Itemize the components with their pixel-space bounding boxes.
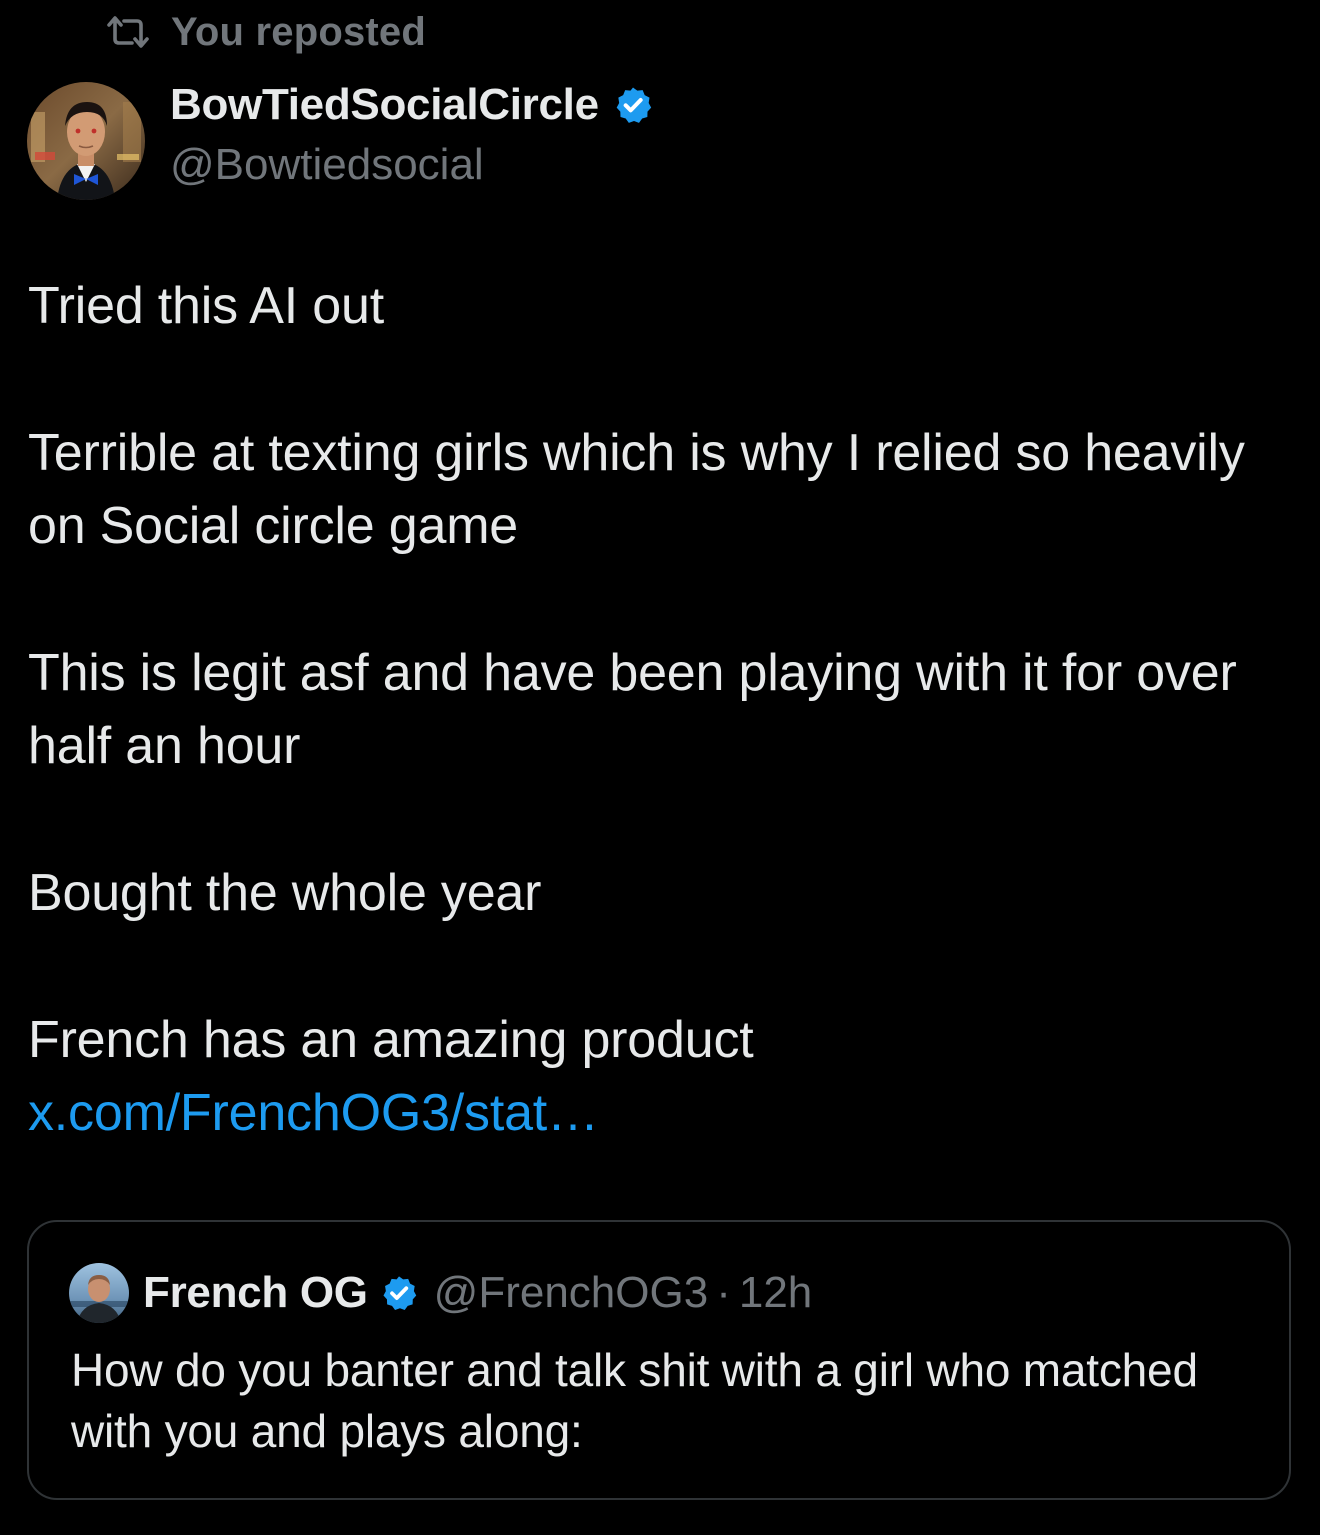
repost-label: You reposted (171, 9, 427, 54)
quoted-author-avatar[interactable] (69, 1263, 129, 1323)
verified-badge-icon[interactable] (613, 85, 653, 125)
repost-indicator: You reposted (105, 8, 426, 56)
author-display-name[interactable]: BowTiedSocialCircle (170, 80, 599, 130)
repost-icon (105, 15, 151, 49)
author-info: BowTiedSocialCircle @Bowtiedsocial (170, 78, 653, 192)
quoted-tweet-card[interactable]: French OG @FrenchOG3 · 12h How do you ba… (27, 1220, 1291, 1500)
quoted-author-handle[interactable]: @FrenchOG3 (434, 1268, 709, 1318)
quoted-author-display-name[interactable]: French OG (143, 1268, 368, 1318)
tweet-link[interactable]: x.com/FrenchOG3/stat… (28, 1084, 599, 1142)
separator-dot: · (716, 1268, 731, 1317)
tweet-text: Tried this AI out Terrible at texting gi… (28, 270, 1303, 1150)
tweet-paragraph: This is legit asf and have been playing … (28, 644, 1237, 775)
quoted-tweet-text: How do you banter and talk shit with a g… (71, 1344, 1198, 1457)
author-handle[interactable]: @Bowtiedsocial (170, 138, 653, 192)
tweet-paragraph-with-link: French has an amazing product x.com/Fren… (28, 1004, 1303, 1150)
tweet-paragraph: Terrible at texting girls which is why I… (28, 424, 1245, 555)
tweet-paragraph-text: French has an amazing product (28, 1011, 754, 1069)
tweet-paragraph: Bought the whole year (28, 864, 542, 922)
quoted-tweet-timestamp[interactable]: 12h (739, 1268, 812, 1318)
tweet-paragraph: Tried this AI out (28, 277, 384, 335)
verified-badge-icon[interactable] (380, 1274, 418, 1312)
author-avatar[interactable] (27, 82, 145, 200)
quoted-tweet-header: French OG @FrenchOG3 · 12h (69, 1262, 812, 1324)
